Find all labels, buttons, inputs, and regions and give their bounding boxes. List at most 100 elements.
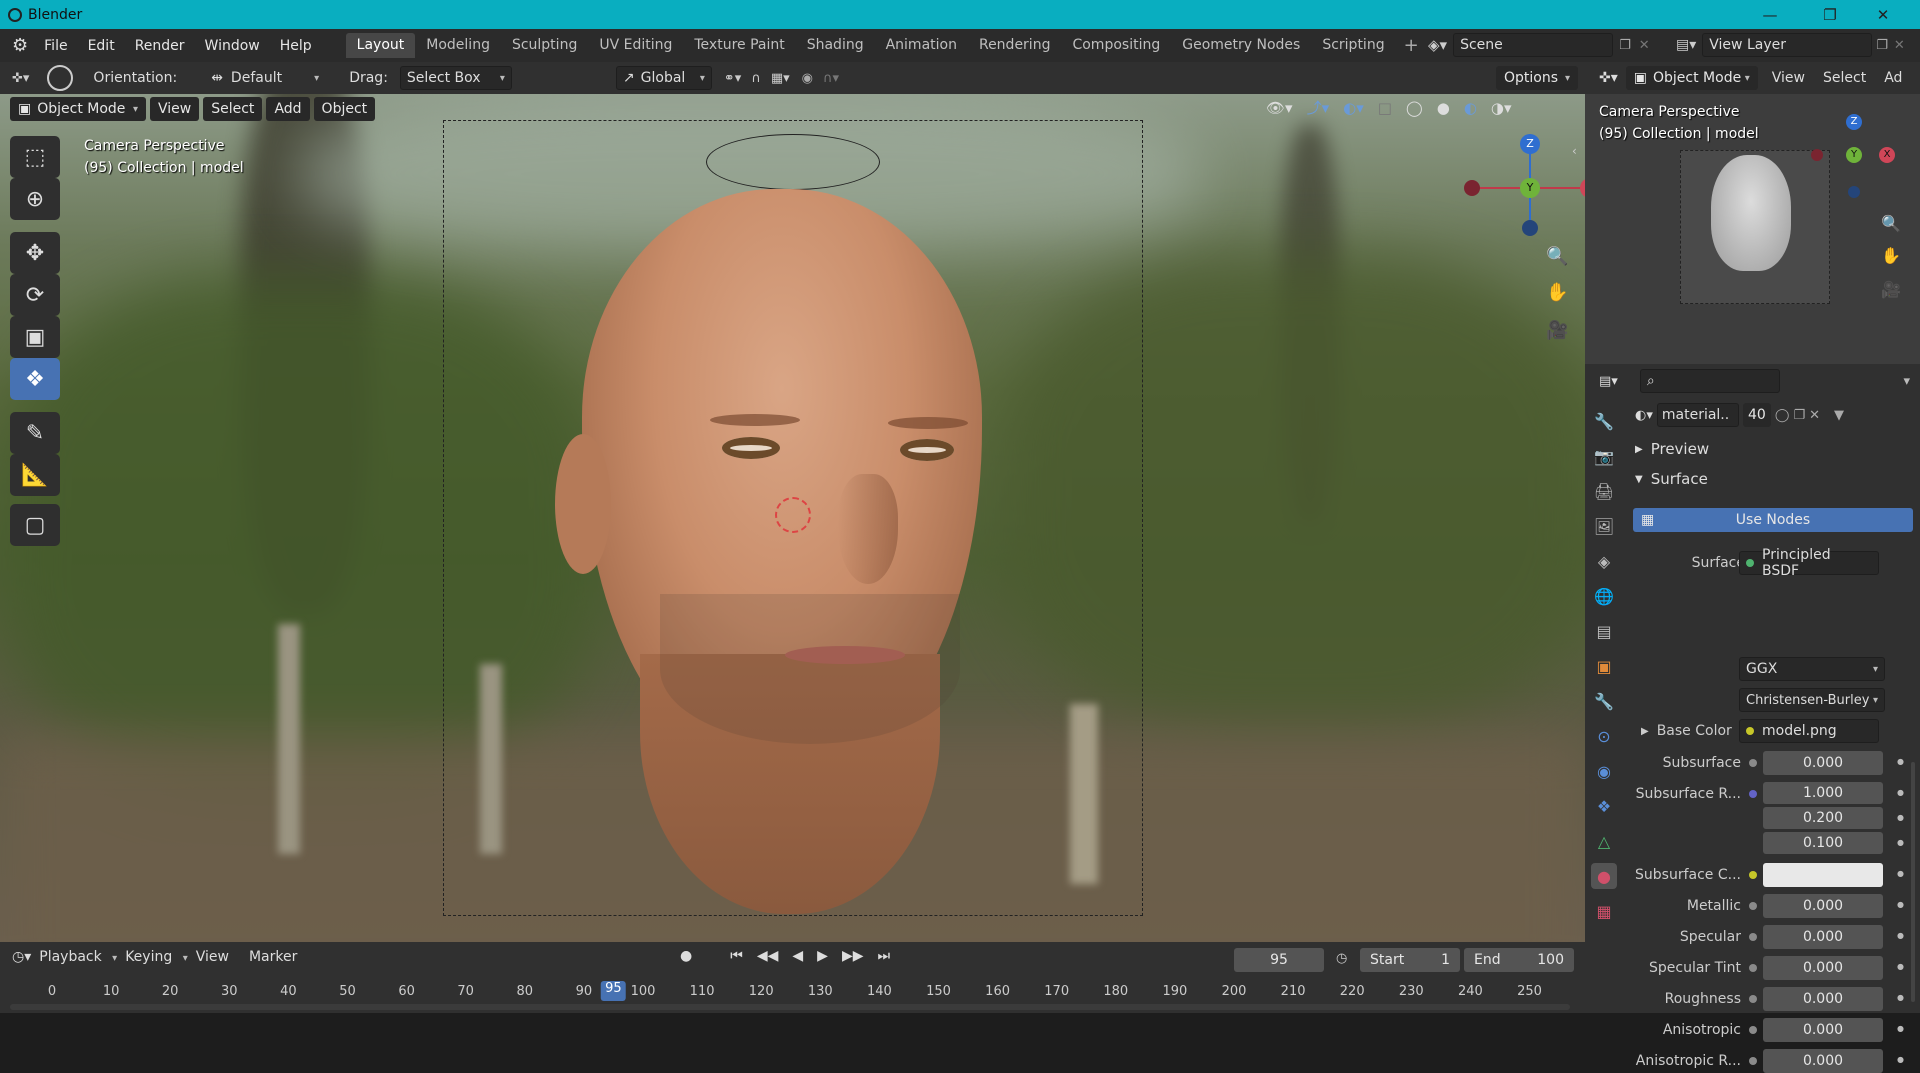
base-color-texture-field[interactable]: model.png xyxy=(1739,719,1879,743)
tool-tab-icon[interactable]: 🔧 xyxy=(1591,408,1617,434)
preview-viewport[interactable]: Camera Perspective (95) Collection | mod… xyxy=(1585,94,1920,364)
playback-menu[interactable]: Playback ▾ xyxy=(39,949,117,965)
active-tool-icon[interactable] xyxy=(47,65,74,91)
unlink-material-icon[interactable]: ✕ xyxy=(1809,408,1820,423)
material-shading-icon[interactable]: ◐ xyxy=(1464,99,1477,117)
end-frame-field[interactable]: End 100 xyxy=(1464,948,1574,972)
keyframe-dot-icon[interactable]: ● xyxy=(1897,900,1904,909)
menu-help[interactable]: Help xyxy=(270,38,322,54)
prop-value-field[interactable]: 0.000 xyxy=(1763,1018,1883,1042)
tab-sculpting[interactable]: Sculpting xyxy=(501,33,588,58)
data-tab-icon[interactable]: △ xyxy=(1591,828,1617,854)
preview-gizmo-y[interactable]: Y xyxy=(1846,147,1862,163)
properties-search-input[interactable]: ⌕ xyxy=(1639,369,1780,393)
tab-compositing[interactable]: Compositing xyxy=(1061,33,1171,58)
snap-icon[interactable]: ∩ xyxy=(751,71,761,86)
prev-keyframe-icon[interactable]: ◀◀ xyxy=(757,948,779,964)
tab-geometry-nodes[interactable]: Geometry Nodes xyxy=(1171,33,1311,58)
keyframe-dot-icon[interactable]: ● xyxy=(1897,931,1904,940)
overlays-icon[interactable]: ◐▾ xyxy=(1343,99,1364,117)
object-menu[interactable]: Object xyxy=(313,97,376,121)
view-layer-icon[interactable]: ▤▾ xyxy=(1676,37,1696,53)
maximize-icon[interactable]: ❐ xyxy=(1807,0,1853,29)
select-menu[interactable]: Select xyxy=(203,97,263,121)
add-cube-tool-icon[interactable]: ▢ xyxy=(10,504,60,546)
jump-start-icon[interactable]: ⏮ xyxy=(730,948,743,964)
preview-add-menu[interactable]: Ad xyxy=(1884,70,1902,86)
material-tab-icon[interactable]: ● xyxy=(1591,863,1617,889)
prop-value-field[interactable]: 0.000 xyxy=(1763,1049,1883,1073)
tab-scripting[interactable]: Scripting xyxy=(1311,33,1395,58)
new-scene-icon[interactable]: ❐ xyxy=(1619,38,1631,53)
subsurface-method-dropdown[interactable]: Christensen-Burley ▾ xyxy=(1739,688,1885,712)
auto-keying-icon[interactable]: ● xyxy=(680,948,692,964)
distribution-dropdown[interactable]: GGX ▾ xyxy=(1739,657,1885,681)
measure-tool-icon[interactable]: 📐 xyxy=(10,454,60,496)
xray-icon[interactable]: □ xyxy=(1378,99,1392,117)
new-view-layer-icon[interactable]: ❐ xyxy=(1876,38,1888,53)
socket-icon[interactable] xyxy=(1749,1057,1757,1065)
keyframe-dot-icon[interactable]: ● xyxy=(1897,838,1904,847)
visibility-icon[interactable]: 👁▾ xyxy=(1266,99,1293,117)
minimize-icon[interactable]: — xyxy=(1747,0,1793,29)
physics-tab-icon[interactable]: ◉ xyxy=(1591,758,1617,784)
view-layer-tab-icon[interactable]: 🖼 xyxy=(1591,513,1617,539)
gizmo-y-icon[interactable]: Y xyxy=(1520,178,1540,198)
object-tab-icon[interactable]: ▣ xyxy=(1591,653,1617,679)
socket-icon[interactable] xyxy=(1749,933,1757,941)
transform-orientation-dropdown[interactable]: ↗ Global ▾ xyxy=(615,66,712,90)
wireframe-shading-icon[interactable]: ◯ xyxy=(1406,99,1423,117)
world-tab-icon[interactable]: 🌐 xyxy=(1591,583,1617,609)
3d-viewport[interactable]: Camera Perspective (95) Collection | mod… xyxy=(0,94,1585,942)
current-frame-field[interactable]: 95 xyxy=(1234,948,1324,972)
cursor-tool-icon[interactable]: ⊕ xyxy=(10,178,60,220)
keyframe-dot-icon[interactable]: ● xyxy=(1897,993,1904,1002)
view-menu[interactable]: View xyxy=(150,97,200,121)
camera-view-icon[interactable]: 🎥 xyxy=(1546,320,1568,341)
duplicate-material-icon[interactable]: ❐ xyxy=(1793,408,1805,423)
preview-gizmo-neg-x[interactable] xyxy=(1811,149,1823,161)
menu-file[interactable]: File xyxy=(34,38,77,54)
preview-gizmo-neg-z[interactable] xyxy=(1848,186,1860,198)
scene-tab-icon[interactable]: ◈ xyxy=(1591,548,1617,574)
particles-tab-icon[interactable]: ⊙ xyxy=(1591,723,1617,749)
prop-value-field[interactable]: 0.100 xyxy=(1763,832,1883,854)
base-color-row[interactable]: ▶ Base Color xyxy=(1641,723,1741,739)
view-layer-field[interactable]: View Layer xyxy=(1702,33,1873,57)
frame-ruler[interactable]: 0 10 20 30 40 50 60 70 80 90 100 110 120 130 140 150 160… xyxy=(0,980,1585,1002)
tab-uv-editing[interactable]: UV Editing xyxy=(588,33,683,58)
preview-editor-icon[interactable]: ✜▾ xyxy=(1599,70,1618,86)
play-reverse-icon[interactable]: ◀ xyxy=(792,948,803,964)
material-name-field[interactable]: material.. xyxy=(1656,403,1739,427)
prop-value-field[interactable]: 0.000 xyxy=(1763,987,1883,1011)
surface-panel-header[interactable]: ▼ Surface xyxy=(1635,468,1915,490)
gizmo-neg-x-icon[interactable] xyxy=(1464,180,1480,196)
gizmo-toggle-icon[interactable]: ⤴▾ xyxy=(1307,97,1330,118)
scene-name-field[interactable]: Scene xyxy=(1453,33,1614,57)
preview-camera-icon[interactable]: 🎥 xyxy=(1881,280,1901,299)
current-frame-indicator[interactable]: 95 xyxy=(601,981,626,1001)
rendered-shading-icon[interactable]: ◑▾ xyxy=(1491,99,1512,117)
menu-edit[interactable]: Edit xyxy=(78,38,125,54)
annotate-tool-icon[interactable]: ✎ xyxy=(10,412,60,454)
camera-object[interactable] xyxy=(706,134,880,190)
pivot-point-icon[interactable]: ⚭▾ xyxy=(724,71,741,86)
menu-render[interactable]: Render xyxy=(125,38,195,54)
navigation-gizmo[interactable]: Z Y X xyxy=(1460,134,1585,244)
close-icon[interactable]: ✕ xyxy=(1860,0,1906,29)
material-filter-icon[interactable]: ▼ xyxy=(1834,408,1844,423)
timeline-scrollbar[interactable] xyxy=(10,1004,1570,1010)
fake-user-icon[interactable]: ◯ xyxy=(1775,408,1790,423)
output-tab-icon[interactable]: 🖨 xyxy=(1591,478,1617,504)
prop-value-field[interactable]: 0.000 xyxy=(1763,894,1883,918)
blender-menu-icon[interactable]: ⚙ xyxy=(12,35,28,56)
marker-menu[interactable]: Marker xyxy=(249,949,297,965)
add-menu[interactable]: Add xyxy=(266,97,310,121)
start-frame-field[interactable]: Start 1 xyxy=(1360,948,1460,972)
prop-value-field[interactable]: 0.000 xyxy=(1763,925,1883,949)
keyframe-dot-icon[interactable]: ● xyxy=(1897,1055,1904,1064)
socket-icon[interactable] xyxy=(1749,902,1757,910)
keyframe-dot-icon[interactable]: ● xyxy=(1897,962,1904,971)
preview-gizmo-x[interactable]: X xyxy=(1879,147,1895,163)
use-nodes-button[interactable]: ▦ Use Nodes xyxy=(1633,508,1913,532)
